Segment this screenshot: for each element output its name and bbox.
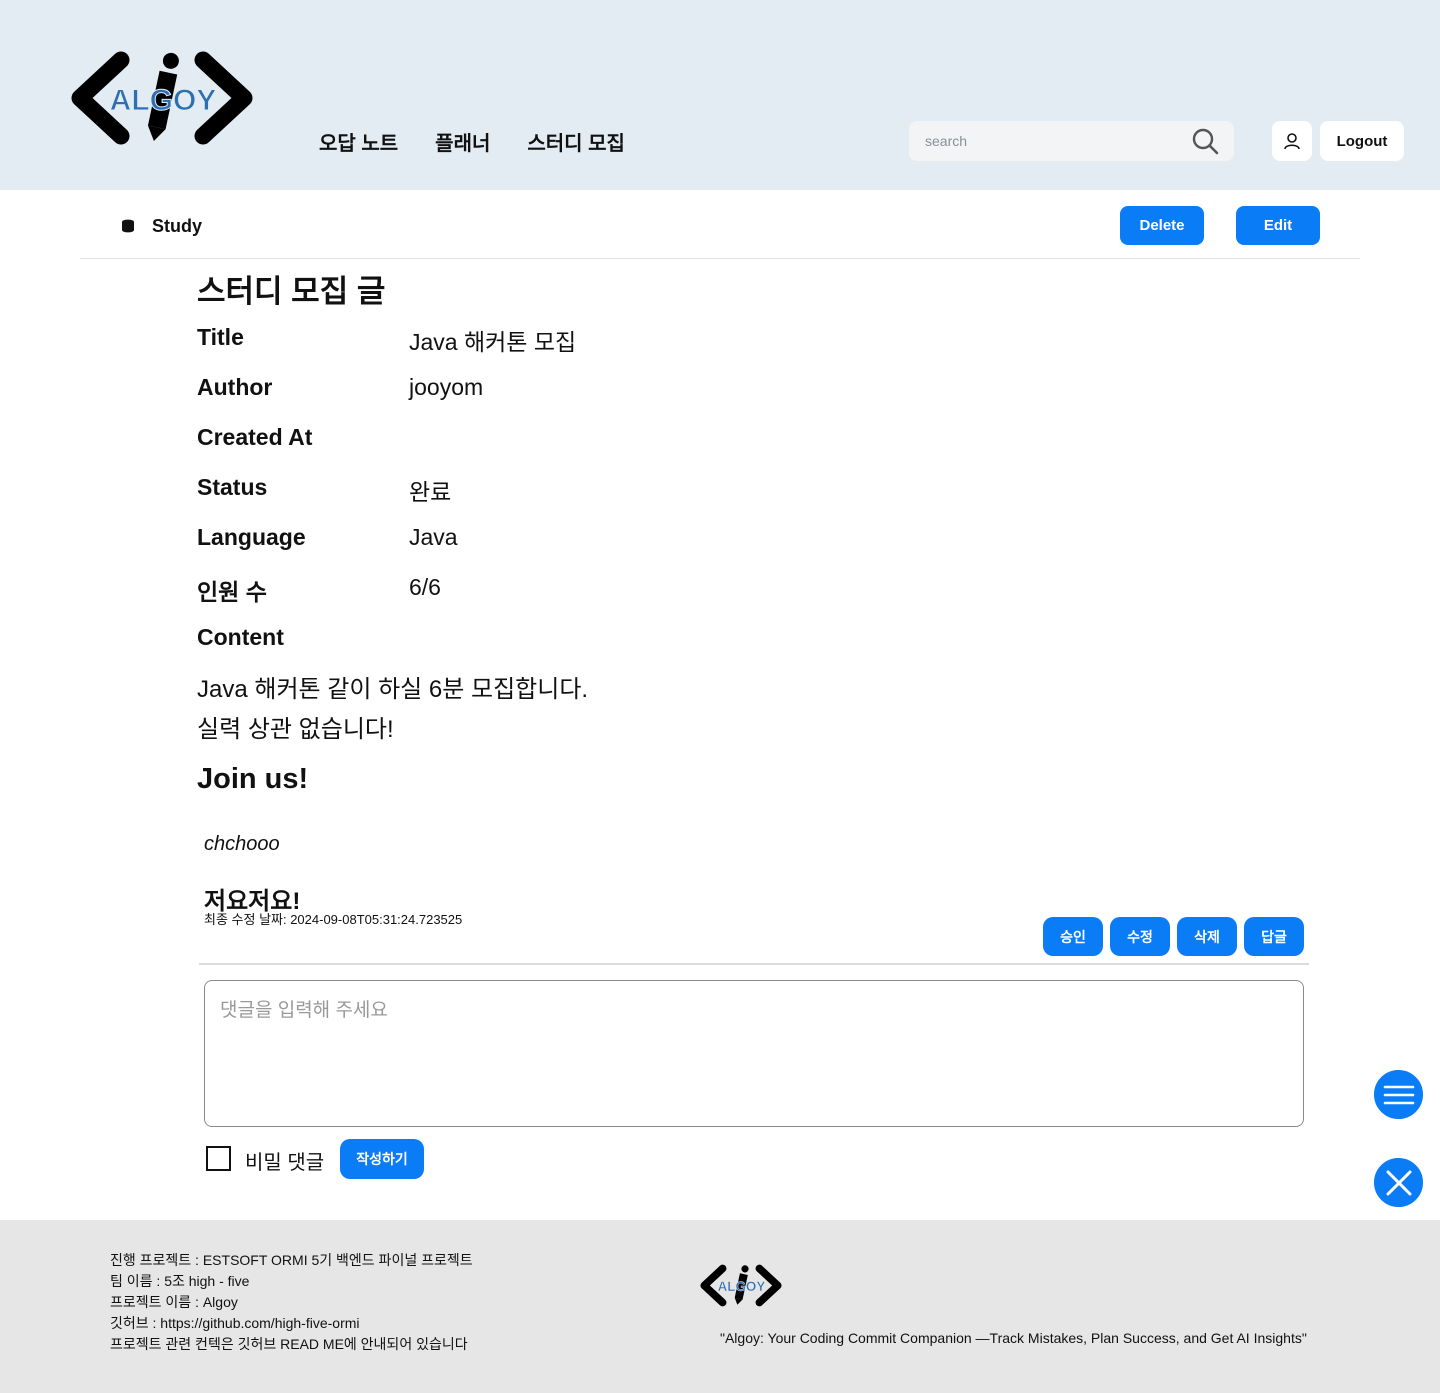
join-heading: Join us!: [197, 763, 309, 795]
secret-comment-checkbox[interactable]: [206, 1146, 231, 1171]
post-content: Java 해커톤 같이 하실 6분 모집합니다. 실력 상관 없습니다!: [197, 670, 588, 750]
footer-line: 깃허브 : https://github.com/high-five-ormi: [110, 1315, 360, 1331]
search-box: [909, 121, 1234, 161]
author-label: Author: [197, 374, 273, 400]
edit-button[interactable]: Edit: [1236, 206, 1320, 245]
footer-line: 진행 프로젝트 : ESTSOFT ORMI 5기 백엔드 파이널 프로젝트: [110, 1252, 473, 1268]
submit-comment-button[interactable]: 작성하기: [340, 1139, 424, 1179]
comment-input[interactable]: [204, 980, 1304, 1127]
close-fab[interactable]: [1372, 1156, 1425, 1209]
comment-updated-date: 최종 수정 날짜: 2024-09-08T05:31:24.723525: [204, 912, 463, 927]
study-toolbar: Study Delete Edit: [80, 190, 1360, 259]
reply-button[interactable]: 답글: [1244, 917, 1304, 956]
content-label: Content: [197, 624, 284, 650]
database-icon: [122, 219, 134, 233]
algoy-logo[interactable]: ALGOY: [66, 50, 258, 146]
user-icon: [1284, 133, 1300, 150]
nav-planner[interactable]: 플래너: [435, 127, 490, 156]
footer-line: 프로젝트 이름 : Algoy: [110, 1294, 238, 1310]
delete-button[interactable]: Delete: [1120, 206, 1204, 245]
status-value: 완료: [409, 479, 452, 505]
title-label: Title: [197, 324, 244, 350]
logout-button[interactable]: Logout: [1320, 121, 1404, 161]
member-count-label: 인원 수: [197, 579, 267, 605]
close-icon: [1386, 1170, 1411, 1195]
search-input[interactable]: [925, 131, 1185, 151]
member-count-value: 6/6: [409, 574, 441, 600]
language-label: Language: [197, 524, 306, 550]
footer-logo-text: ALGOY: [718, 1279, 766, 1294]
menu-icon: [1383, 1085, 1414, 1104]
divider: [199, 963, 1309, 965]
created-at-label: Created At: [197, 424, 313, 450]
content-line: 실력 상관 없습니다!: [197, 716, 394, 743]
secret-comment-label: 비밀 댓글: [245, 1152, 325, 1174]
comment-author: chchooo: [204, 833, 280, 855]
footer-line: 프로젝트 관련 컨텍은 깃허브 READ ME에 안내되어 있습니다: [110, 1336, 468, 1352]
footer-logo: ALGOY: [700, 1264, 782, 1307]
language-value: Java: [409, 524, 458, 550]
page-title: 스터디 모집 글: [197, 274, 386, 309]
footer-info: 진행 프로젝트 : ESTSOFT ORMI 5기 백엔드 파이널 프로젝트 팀…: [110, 1250, 473, 1355]
content-line: Java 해커톤 같이 하실 6분 모집합니다.: [197, 676, 589, 703]
nav-study-recruit[interactable]: 스터디 모집: [527, 127, 625, 156]
footer-tagline: "Algoy: Your Coding Commit Companion —Tr…: [720, 1330, 1307, 1346]
header: ALGOY 오답 노트 플래너 스터디 모집 Logout: [0, 0, 1440, 190]
breadcrumb: Study: [152, 216, 203, 236]
nav-wrong-answer-note[interactable]: 오답 노트: [319, 127, 398, 156]
approve-button[interactable]: 승인: [1043, 917, 1103, 956]
comment-delete-button[interactable]: 삭제: [1177, 917, 1237, 956]
title-value: Java 해커톤 모집: [409, 329, 577, 355]
main-nav: 오답 노트 플래너 스터디 모집: [319, 127, 625, 156]
footer-line: 팀 이름 : 5조 high - five: [110, 1273, 250, 1289]
search-icon[interactable]: [1191, 127, 1219, 155]
author-value: jooyom: [409, 374, 484, 400]
logo-text: ALGOY: [110, 84, 217, 117]
comment-edit-button[interactable]: 수정: [1110, 917, 1170, 956]
footer: 진행 프로젝트 : ESTSOFT ORMI 5기 백엔드 파이널 프로젝트 팀…: [0, 1220, 1440, 1393]
status-label: Status: [197, 474, 268, 500]
menu-fab[interactable]: [1372, 1068, 1425, 1121]
user-profile-button[interactable]: [1272, 121, 1312, 161]
